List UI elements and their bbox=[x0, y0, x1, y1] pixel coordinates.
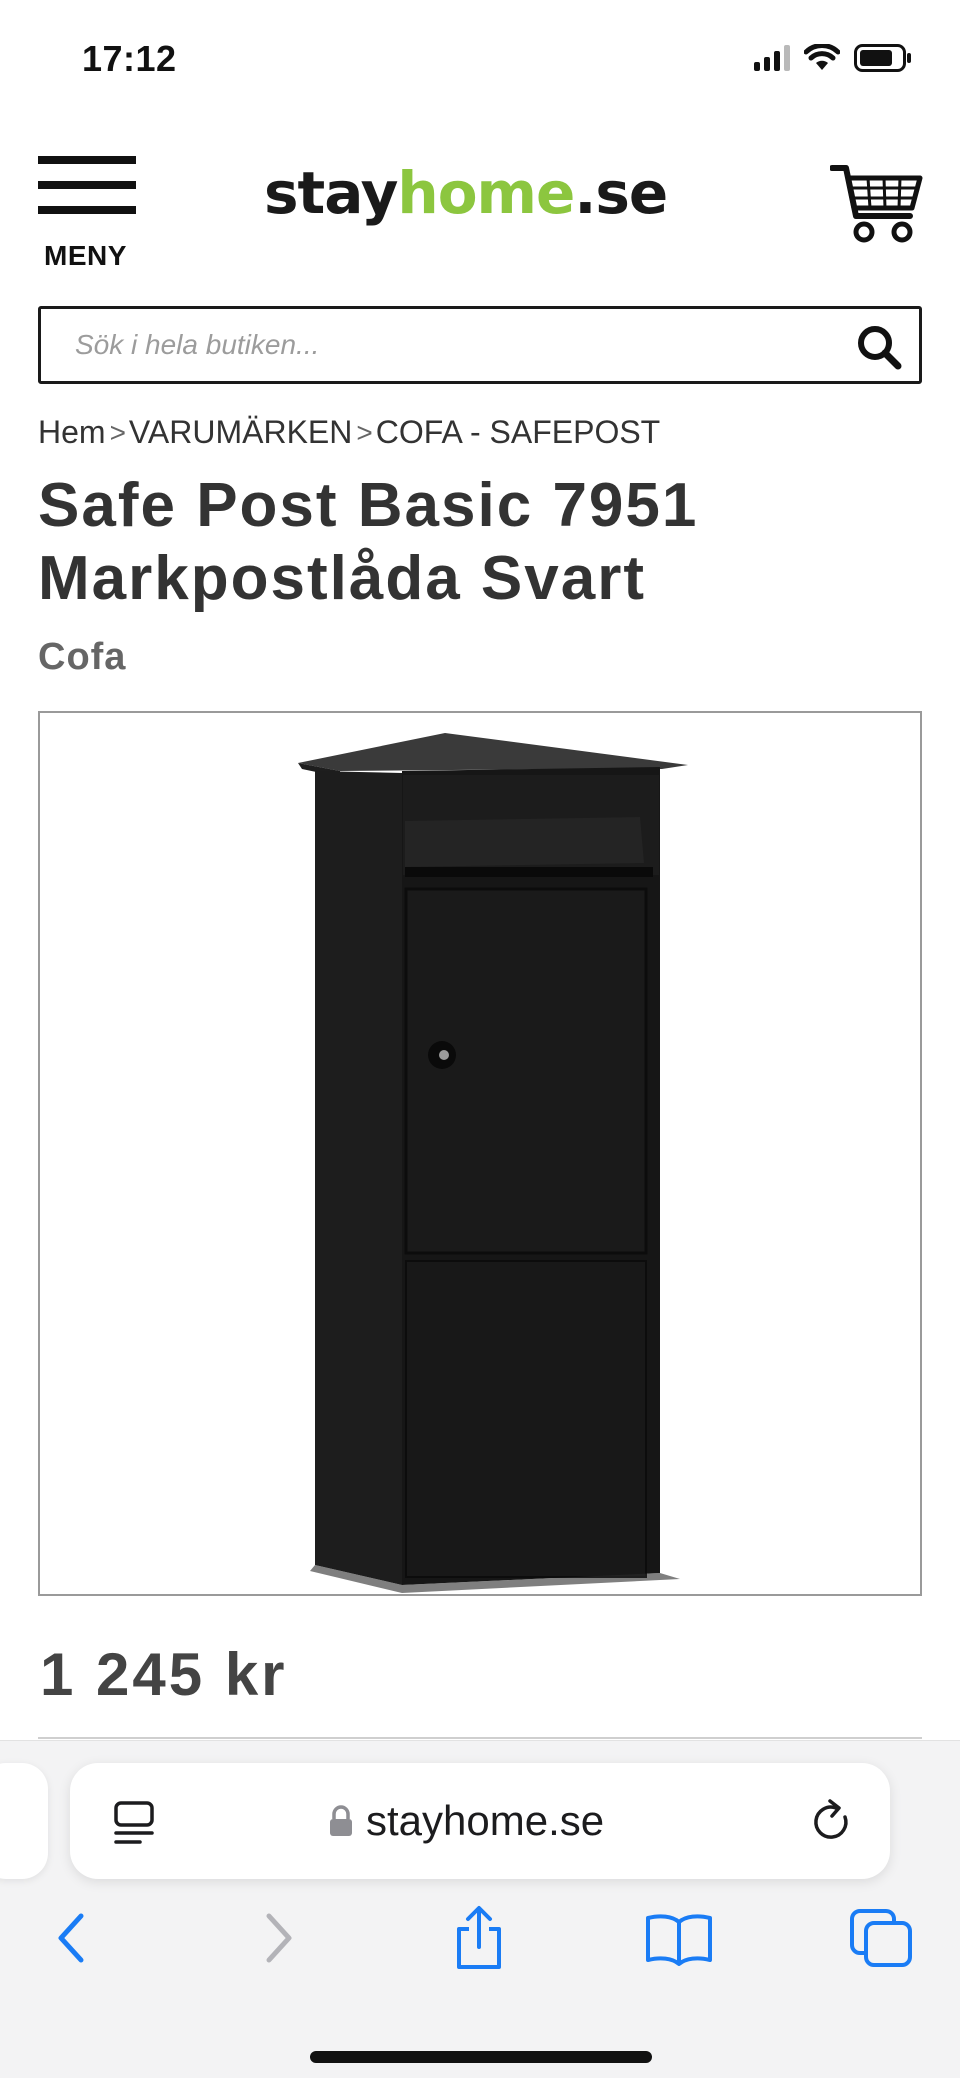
breadcrumb-separator: > bbox=[109, 416, 126, 448]
back-button[interactable] bbox=[36, 1903, 106, 1973]
page-menu-icon bbox=[114, 1801, 154, 1844]
bookmarks-icon bbox=[646, 1914, 712, 1966]
wifi-icon bbox=[804, 44, 840, 72]
page-menu-button[interactable] bbox=[110, 1797, 158, 1847]
back-icon bbox=[58, 1913, 84, 1963]
shopping-cart-icon bbox=[829, 165, 923, 243]
search-button[interactable] bbox=[853, 321, 905, 373]
product-title: Safe Post Basic 7951 Markpostlåda Svart bbox=[38, 471, 699, 613]
site-logo[interactable]: stayhome.se bbox=[264, 164, 668, 222]
site-header: MENY stayhome.se bbox=[0, 140, 960, 271]
search-input[interactable] bbox=[75, 323, 835, 367]
address-bar[interactable]: stayhome.se bbox=[70, 1763, 890, 1879]
bookmarks-button[interactable] bbox=[644, 1903, 714, 1973]
search-icon bbox=[858, 326, 902, 370]
product-brand[interactable]: Cofa bbox=[38, 636, 126, 679]
tabs-icon bbox=[850, 1909, 912, 1967]
product-price: 1 245 kr bbox=[40, 1641, 288, 1708]
forward-icon bbox=[266, 1913, 292, 1963]
previous-tab-peek[interactable] bbox=[0, 1763, 48, 1879]
cart-button[interactable] bbox=[829, 162, 924, 248]
menu-label: MENY bbox=[44, 240, 127, 271]
reload-button[interactable] bbox=[808, 1797, 856, 1847]
breadcrumb-home[interactable]: Hem bbox=[38, 414, 106, 451]
status-bar: 17:12 bbox=[0, 0, 960, 120]
breadcrumb-cofa-safepost[interactable]: COFA - SAFEPOST bbox=[376, 414, 661, 451]
battery-icon bbox=[854, 44, 912, 72]
share-icon bbox=[457, 1906, 501, 1969]
forward-button[interactable] bbox=[244, 1903, 314, 1973]
breadcrumb-separator: > bbox=[356, 416, 373, 448]
logo-text-stay: stay bbox=[264, 159, 398, 227]
search-box bbox=[38, 306, 922, 384]
menu-button[interactable]: MENY bbox=[38, 156, 138, 271]
hamburger-icon bbox=[38, 156, 138, 214]
share-button[interactable] bbox=[444, 1903, 514, 1973]
home-indicator bbox=[310, 2051, 652, 2063]
breadcrumb: Hem > VARUMÄRKEN > COFA - SAFEPOST bbox=[38, 414, 660, 451]
mailbox-image bbox=[298, 733, 688, 1593]
lock-icon bbox=[330, 1805, 352, 1836]
logo-text-se: .se bbox=[574, 159, 668, 227]
tabs-button[interactable] bbox=[846, 1903, 916, 1973]
status-icons bbox=[754, 44, 912, 72]
browser-toolbar bbox=[0, 1903, 960, 2003]
cellular-signal-icon bbox=[754, 45, 790, 71]
browser-chrome: stayhome.se bbox=[0, 1740, 960, 2078]
url-text: stayhome.se bbox=[366, 1797, 605, 1844]
product-image[interactable] bbox=[38, 711, 922, 1596]
logo-text-home: home bbox=[397, 159, 575, 227]
divider bbox=[38, 1737, 922, 1739]
reload-icon bbox=[814, 1799, 848, 1839]
address-text: stayhome.se bbox=[328, 1797, 604, 1845]
status-time: 17:12 bbox=[82, 38, 177, 79]
breadcrumb-brands[interactable]: VARUMÄRKEN bbox=[129, 414, 352, 451]
